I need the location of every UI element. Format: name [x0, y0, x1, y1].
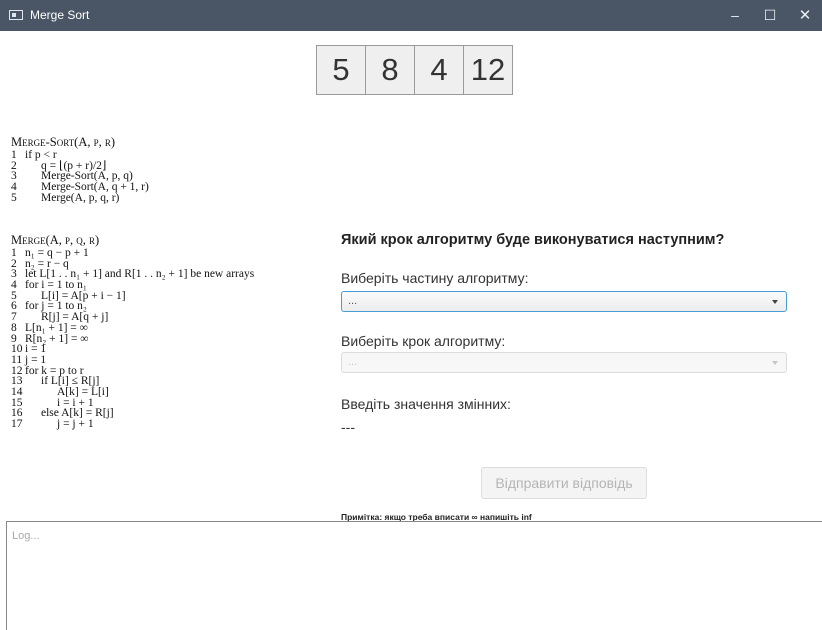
line-number: 8 [11, 321, 17, 334]
algorithm-part-select[interactable]: ... [341, 291, 787, 312]
algorithm-step-select[interactable]: ... [341, 352, 787, 373]
merge-sort-title: Merge-Sort(A, p, r) [11, 135, 116, 149]
algorithm-step-value: ... [348, 356, 358, 368]
array-cell: 12 [463, 45, 513, 95]
chevron-down-icon [772, 361, 778, 365]
line-number: 5 [11, 191, 17, 204]
chevron-down-icon [772, 300, 778, 304]
merge-pseudocode: Merge(A, p, q, r) 1 n₁ = q − p + 1 2 n₂ = r… [11, 233, 254, 430]
line-code: Merge(A, p, q, r) [41, 191, 120, 204]
pseudocode-line: 9 R[n₂ + 1] = ∞ [11, 333, 254, 345]
part-label: Виберіть частину алгоритму: [341, 270, 529, 286]
pseudocode-line: 5 Merge(A, p, q, r) [11, 191, 149, 204]
window-title: Merge Sort [30, 8, 90, 22]
line-code: j = j + 1 [57, 418, 94, 430]
line-number: 11 [11, 353, 23, 366]
vars-value: --- [341, 419, 355, 435]
array-cell: 4 [414, 45, 464, 95]
pseudocode-line: 10 i = 1 [11, 343, 254, 355]
array-display: 5 8 4 12 [316, 45, 513, 95]
merge-sort-pseudocode: Merge-Sort(A, p, r) 1 if p < r2q = ⌊(p + … [11, 135, 149, 204]
array-cell: 8 [365, 45, 415, 95]
question-heading: Який крок алгоритму буде виконуватися на… [341, 232, 725, 248]
close-button[interactable]: ✕ [786, 0, 822, 31]
title-bar: Merge Sort – ☐ ✕ [0, 0, 822, 31]
vars-label: Введіть значення змінних: [341, 396, 511, 412]
minimize-button[interactable]: – [716, 0, 754, 31]
log-placeholder: Log... [12, 530, 40, 542]
array-cell: 5 [316, 45, 366, 95]
pseudocode-line: 17 j = j + 1 [11, 418, 254, 430]
maximize-button[interactable]: ☐ [751, 0, 789, 31]
step-label: Виберіть крок алгоритму: [341, 333, 506, 349]
merge-title: Merge(A, p, q, r) [11, 233, 100, 247]
app-icon [9, 10, 23, 20]
submit-button[interactable]: Відправити відповідь [481, 467, 647, 499]
algorithm-part-value: ... [348, 295, 358, 307]
line-number: 17 [11, 418, 23, 430]
log-textarea[interactable]: Log... [6, 521, 822, 630]
